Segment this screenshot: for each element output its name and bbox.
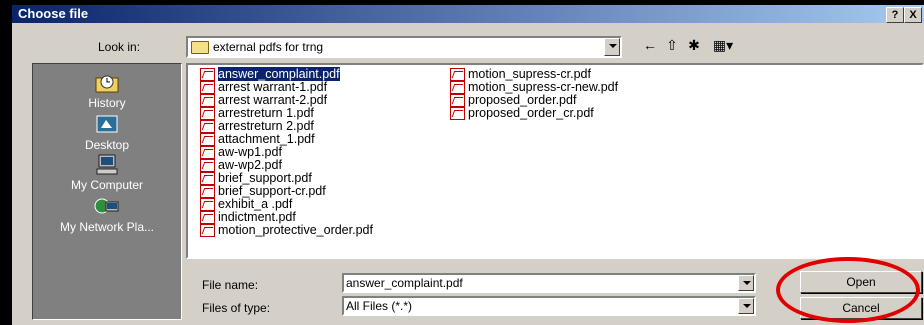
file-list-item[interactable]: proposed_order_cr.pdf: [450, 106, 594, 121]
pdf-file-icon: [200, 211, 215, 225]
pdf-file-icon: [450, 107, 465, 121]
file-list-item-label: attachment_1.pdf: [218, 132, 315, 146]
pdf-file-icon: [450, 94, 465, 108]
pdf-file-icon: [200, 120, 215, 134]
file-name-label: File name:: [202, 278, 259, 292]
pdf-file-icon: [450, 68, 465, 82]
views-menu-icon[interactable]: ▦▾: [708, 36, 738, 54]
file-list-item-label: exhibit_a .pdf: [218, 197, 293, 211]
places-desktop[interactable]: Desktop: [33, 114, 181, 152]
file-type-dropdown-arrow[interactable]: [738, 298, 754, 314]
file-list-item-label: answer_complaint.pdf: [218, 67, 340, 81]
file-list-item-label: brief_support-cr.pdf: [218, 184, 326, 198]
dialog-title: Choose file: [18, 6, 89, 21]
pdf-file-icon: [200, 133, 215, 147]
back-icon[interactable]: ←: [640, 36, 660, 54]
file-name-value: answer_complaint.pdf: [346, 276, 463, 290]
pdf-file-icon: [200, 224, 215, 238]
close-button[interactable]: X: [904, 7, 922, 23]
up-folder-icon[interactable]: ⇧: [662, 36, 682, 54]
file-list-item-label: brief_support.pdf: [218, 171, 312, 185]
file-type-value: All Files (*.*): [346, 299, 413, 313]
look-in-dropdown-arrow[interactable]: [604, 38, 620, 56]
new-folder-icon[interactable]: ✱: [684, 36, 704, 54]
pdf-file-icon: [200, 94, 215, 108]
file-list-item-label: arrestreturn 1.pdf: [218, 106, 314, 120]
open-button[interactable]: Open: [800, 271, 922, 293]
file-list-item-label: motion_protective_order.pdf: [218, 223, 373, 237]
cancel-button[interactable]: Cancel: [800, 297, 922, 319]
file-type-label: Files of type:: [202, 301, 271, 315]
file-list-item-label: indictment.pdf: [218, 210, 296, 224]
places-history[interactable]: History: [33, 72, 181, 110]
pdf-file-icon: [200, 68, 215, 82]
file-list-item-label: proposed_order_cr.pdf: [468, 106, 594, 120]
pdf-file-icon: [200, 107, 215, 121]
help-button[interactable]: ?: [886, 7, 904, 23]
desktop-icon: [96, 115, 118, 133]
file-list-item-label: arrest warrant-1.pdf: [218, 80, 328, 94]
file-name-dropdown-arrow[interactable]: [738, 275, 754, 291]
look-in-dropdown[interactable]: external pdfs for trng: [186, 36, 622, 58]
look-in-value: external pdfs for trng: [213, 40, 324, 54]
file-list-item-label: motion_supress-cr.pdf: [468, 67, 591, 81]
history-icon: [95, 75, 119, 93]
choose-file-dialog: Choose file ? X Look in: external pdfs f…: [12, 5, 924, 325]
pdf-file-icon: [200, 198, 215, 212]
look-in-label: Look in:: [98, 40, 141, 54]
places-my-computer[interactable]: My Computer: [33, 154, 181, 192]
folder-icon: [191, 41, 209, 55]
file-list-item-label: aw-wp2.pdf: [218, 158, 282, 172]
file-list-item-label: arrestreturn 2.pdf: [218, 119, 314, 133]
file-type-dropdown[interactable]: All Files (*.*): [342, 296, 756, 316]
file-list-item[interactable]: motion_protective_order.pdf: [200, 223, 373, 238]
file-list-item-label: motion_supress-cr-new.pdf: [468, 80, 619, 94]
file-list-item-label: arrest warrant-2.pdf: [218, 93, 328, 107]
places-network[interactable]: My Network Pla...: [33, 196, 181, 234]
pdf-file-icon: [200, 159, 215, 173]
file-list[interactable]: answer_complaint.pdf arrest warrant-1.pdf…: [186, 63, 924, 259]
pdf-file-icon: [200, 185, 215, 199]
pdf-file-icon: [450, 81, 465, 95]
file-name-input[interactable]: answer_complaint.pdf: [342, 273, 756, 293]
file-list-item-label: aw-wp1.pdf: [218, 145, 282, 159]
pdf-file-icon: [200, 172, 215, 186]
pdf-file-icon: [200, 81, 215, 95]
network-icon: [94, 198, 119, 214]
file-list-item-label: proposed_order.pdf: [468, 93, 577, 107]
title-bar[interactable]: Choose file ? X: [12, 5, 924, 23]
pdf-file-icon: [200, 146, 215, 160]
my-computer-icon: [96, 154, 118, 175]
places-bar: History Desktop My Computer My Network P…: [32, 63, 182, 320]
